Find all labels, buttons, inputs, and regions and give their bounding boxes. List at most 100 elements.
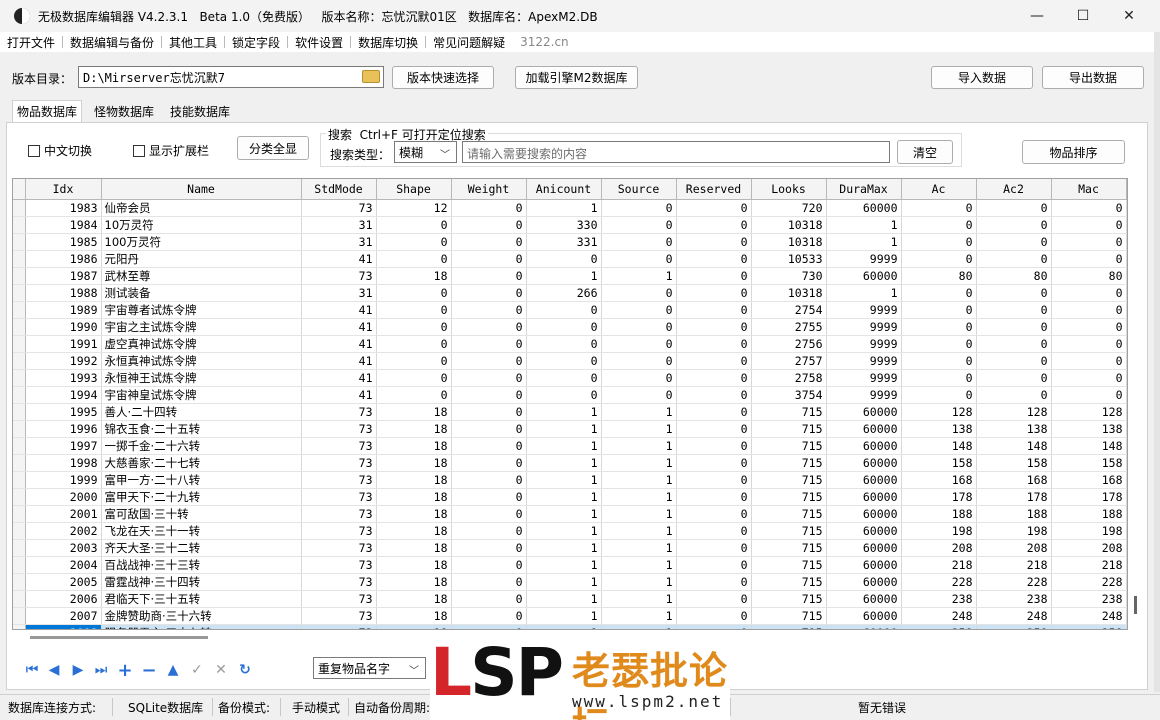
- column-header[interactable]: Weight: [451, 179, 527, 200]
- menu-settings[interactable]: 软件设置: [288, 34, 350, 51]
- cell-ac[interactable]: 228: [901, 573, 977, 591]
- cell-reserved[interactable]: 0: [676, 301, 752, 319]
- cell-name[interactable]: 武林至尊: [101, 267, 302, 285]
- cell-shape[interactable]: 0: [376, 386, 452, 404]
- cell-ac[interactable]: 0: [901, 335, 977, 353]
- cell-weight[interactable]: 0: [451, 590, 527, 608]
- cell-weight[interactable]: 0: [451, 539, 527, 557]
- cell-weight[interactable]: 0: [451, 301, 527, 319]
- cell-idx[interactable]: 1989: [25, 301, 102, 319]
- cell-looks[interactable]: 730: [751, 267, 827, 285]
- cell-ac[interactable]: 0: [901, 233, 977, 251]
- cell-duramax[interactable]: 9999: [826, 250, 902, 268]
- cell-looks[interactable]: 715: [751, 488, 827, 506]
- cell-stdmode[interactable]: 73: [301, 403, 377, 421]
- cell-mac[interactable]: 258: [1051, 624, 1127, 629]
- cell-shape[interactable]: 18: [376, 420, 452, 438]
- row-indicator[interactable]: [13, 488, 26, 506]
- cell-reserved[interactable]: 0: [676, 505, 752, 523]
- cell-ac2[interactable]: 138: [976, 420, 1052, 438]
- cell-shape[interactable]: 0: [376, 250, 452, 268]
- cell-duramax[interactable]: 60000: [826, 437, 902, 455]
- cell-mac[interactable]: 0: [1051, 301, 1127, 319]
- cell-ac2[interactable]: 258: [976, 624, 1052, 629]
- row-indicator[interactable]: [13, 216, 26, 234]
- cell-source[interactable]: 0: [601, 233, 677, 251]
- cell-ac2[interactable]: 148: [976, 437, 1052, 455]
- cell-source[interactable]: 1: [601, 403, 677, 421]
- minimize-button[interactable]: —: [1014, 0, 1060, 32]
- cell-mac[interactable]: 0: [1051, 233, 1127, 251]
- cell-name[interactable]: 10万灵符: [101, 216, 302, 234]
- cell-anicount[interactable]: 0: [526, 335, 602, 353]
- table-row[interactable]: 2001 富可敌国·三十转 73 18 0 1 1 0 715 60000 188 188 188: [13, 505, 1127, 523]
- cell-looks[interactable]: 715: [751, 590, 827, 608]
- cell-looks[interactable]: 715: [751, 454, 827, 472]
- cell-name[interactable]: 宇宙之主试炼令牌: [101, 318, 302, 336]
- cell-weight[interactable]: 0: [451, 522, 527, 540]
- cell-weight[interactable]: 0: [451, 607, 527, 625]
- cell-weight[interactable]: 0: [451, 352, 527, 370]
- cell-idx[interactable]: 1990: [25, 318, 102, 336]
- cell-ac[interactable]: 188: [901, 505, 977, 523]
- menu-other-tools[interactable]: 其他工具: [162, 34, 224, 51]
- cell-weight[interactable]: 0: [451, 318, 527, 336]
- cell-shape[interactable]: 18: [376, 505, 452, 523]
- cell-name[interactable]: 宇宙尊者试炼令牌: [101, 301, 302, 319]
- cell-anicount[interactable]: 0: [526, 301, 602, 319]
- row-indicator[interactable]: [13, 556, 26, 574]
- cell-mac[interactable]: 0: [1051, 199, 1127, 217]
- cell-source[interactable]: 0: [601, 369, 677, 387]
- cell-name[interactable]: 君临天下·三十五转: [101, 590, 302, 608]
- cell-idx[interactable]: 1987: [25, 267, 102, 285]
- cell-name[interactable]: 一掷千金·二十六转: [101, 437, 302, 455]
- first-record-icon[interactable]: ⏮: [24, 662, 40, 678]
- menu-open-file[interactable]: 打开文件: [0, 34, 62, 51]
- cell-source[interactable]: 1: [601, 573, 677, 591]
- cell-mac[interactable]: 188: [1051, 505, 1127, 523]
- cell-mac[interactable]: 0: [1051, 284, 1127, 302]
- cell-shape[interactable]: 18: [376, 488, 452, 506]
- load-engine-db-button[interactable]: 加载引擎M2数据库: [515, 66, 638, 89]
- cell-reserved[interactable]: 0: [676, 318, 752, 336]
- cell-source[interactable]: 1: [601, 488, 677, 506]
- cell-source[interactable]: 1: [601, 267, 677, 285]
- cell-stdmode[interactable]: 73: [301, 539, 377, 557]
- cell-source[interactable]: 0: [601, 284, 677, 302]
- cell-name[interactable]: 飞龙在天·三十一转: [101, 522, 302, 540]
- cell-anicount[interactable]: 1: [526, 607, 602, 625]
- cell-source[interactable]: 0: [601, 250, 677, 268]
- cell-reserved[interactable]: 0: [676, 420, 752, 438]
- cell-shape[interactable]: 18: [376, 539, 452, 557]
- clear-button[interactable]: 清空: [897, 140, 953, 164]
- cell-stdmode[interactable]: 41: [301, 250, 377, 268]
- row-indicator[interactable]: [13, 539, 26, 557]
- cell-ac[interactable]: 0: [901, 216, 977, 234]
- cell-reserved[interactable]: 0: [676, 624, 752, 629]
- cell-ac2[interactable]: 0: [976, 216, 1052, 234]
- cell-looks[interactable]: 10318: [751, 216, 827, 234]
- table-row[interactable]: 2002 飞龙在天·三十一转 73 18 0 1 1 0 715 60000 198 198 198: [13, 522, 1127, 540]
- cell-mac[interactable]: 208: [1051, 539, 1127, 557]
- cell-reserved[interactable]: 0: [676, 539, 752, 557]
- cell-name[interactable]: 服务器霸主·三十七转: [101, 624, 302, 629]
- table-row[interactable]: 1984 10万灵符 31 0 0 330 0 0 10318 1 0 0 0: [13, 216, 1127, 234]
- next-record-icon[interactable]: ▶: [70, 662, 86, 678]
- cell-reserved[interactable]: 0: [676, 233, 752, 251]
- table-row[interactable]: 2003 齐天大圣·三十二转 73 18 0 1 1 0 715 60000 208 208 208: [13, 539, 1127, 557]
- cell-reserved[interactable]: 0: [676, 199, 752, 217]
- maximize-button[interactable]: ☐: [1060, 0, 1106, 32]
- cell-shape[interactable]: 18: [376, 471, 452, 489]
- cell-weight[interactable]: 0: [451, 369, 527, 387]
- cell-duramax[interactable]: 1: [826, 216, 902, 234]
- cell-idx[interactable]: 1995: [25, 403, 102, 421]
- cell-ac2[interactable]: 0: [976, 199, 1052, 217]
- cell-anicount[interactable]: 1: [526, 454, 602, 472]
- export-data-button[interactable]: 导出数据: [1042, 66, 1144, 89]
- search-input[interactable]: 请输入需要搜索的内容: [462, 141, 890, 163]
- table-row[interactable]: 2007 金牌赞助商·三十六转 73 18 0 1 1 0 715 60000 248 248 248: [13, 607, 1127, 625]
- row-indicator[interactable]: [13, 335, 26, 353]
- table-row[interactable]: 1983 仙帝会员 73 12 0 1 0 0 720 60000 0 0 0: [13, 199, 1127, 217]
- cell-anicount[interactable]: 1: [526, 590, 602, 608]
- cell-looks[interactable]: 3754: [751, 386, 827, 404]
